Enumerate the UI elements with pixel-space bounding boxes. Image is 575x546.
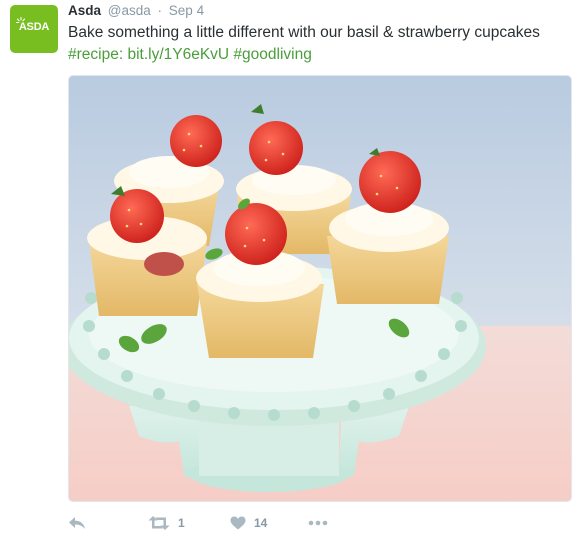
reply-icon [69,517,85,529]
tweet: ASDA Asda @asda · Sep 4 Bake something a… [0,0,575,546]
tweet-body: Bake something a little different with o… [68,24,540,41]
like-count: 14 [254,516,268,530]
author-handle[interactable]: @asda [108,3,151,18]
cupcakes-photo-image [69,76,571,501]
tweet-actions: 1 14 [68,512,548,534]
heart-icon [230,516,246,530]
reply-button[interactable] [68,512,86,534]
hashtag-link[interactable]: #goodliving [233,46,311,63]
tweet-header: Asda @asda · Sep 4 [68,2,204,20]
header-separator: · [157,3,163,18]
retweet-count: 1 [178,516,185,530]
like-button[interactable]: 14 [230,512,267,534]
author-name[interactable]: Asda [68,3,101,18]
avatar[interactable]: ASDA [10,5,58,53]
more-icon [308,520,328,526]
more-button[interactable] [308,512,328,534]
tweet-date[interactable]: Sep 4 [169,3,204,18]
retweet-icon [148,516,170,530]
tweet-text: Bake something a little different with o… [68,22,568,66]
tweet-links-line: #recipe: bit.ly/1Y6eKvU #goodliving [68,44,568,66]
retweet-button[interactable]: 1 [148,512,185,534]
tweet-photo[interactable] [68,75,572,502]
recipe-link[interactable]: #recipe: bit.ly/1Y6eKvU [68,46,229,63]
avatar-logo-text: ASDA [18,21,50,33]
